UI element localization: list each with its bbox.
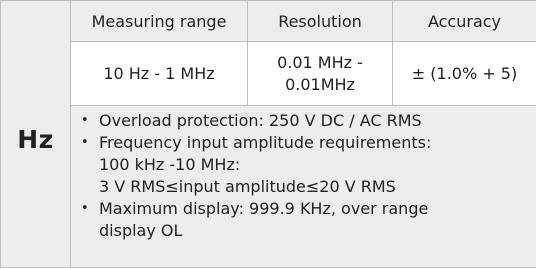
resolution-value: 0.01 MHz - 0.01MHz — [247, 41, 393, 106]
note-item: Overload protection: 250 V DC / AC RMS — [71, 110, 536, 132]
frequency-spec-table: Hz Measuring range Resolution Accuracy 1… — [0, 0, 536, 268]
header-measuring-range: Measuring range — [70, 0, 248, 42]
notes-list: Overload protection: 250 V DC / AC RMS F… — [71, 106, 536, 242]
unit-cell: Hz — [0, 0, 71, 268]
note-line: 3 V RMS≤input amplitude≤20 V RMS — [99, 177, 396, 196]
note-line: display OL — [99, 221, 183, 240]
note-item: Frequency input amplitude requirements: … — [71, 132, 536, 198]
note-line: Maximum display: 999.9 KHz, over range — [99, 199, 429, 218]
note-item: Maximum display: 999.9 KHz, over range d… — [71, 198, 536, 242]
note-line: Frequency input amplitude requirements: — [99, 133, 432, 152]
note-line: 100 kHz -10 MHz: — [99, 155, 241, 174]
header-resolution: Resolution — [247, 0, 393, 42]
range-value: 10 Hz - 1 MHz — [70, 41, 248, 106]
unit-label: Hz — [17, 124, 54, 154]
header-accuracy: Accuracy — [392, 0, 536, 42]
notes-cell: Overload protection: 250 V DC / AC RMS F… — [70, 105, 536, 268]
resolution-line-2: 0.01MHz — [285, 74, 355, 94]
note-line: Overload protection: 250 V DC / AC RMS — [99, 111, 422, 130]
resolution-line-1: 0.01 MHz - — [277, 52, 363, 72]
accuracy-value: ± (1.0% + 5) — [392, 41, 536, 106]
